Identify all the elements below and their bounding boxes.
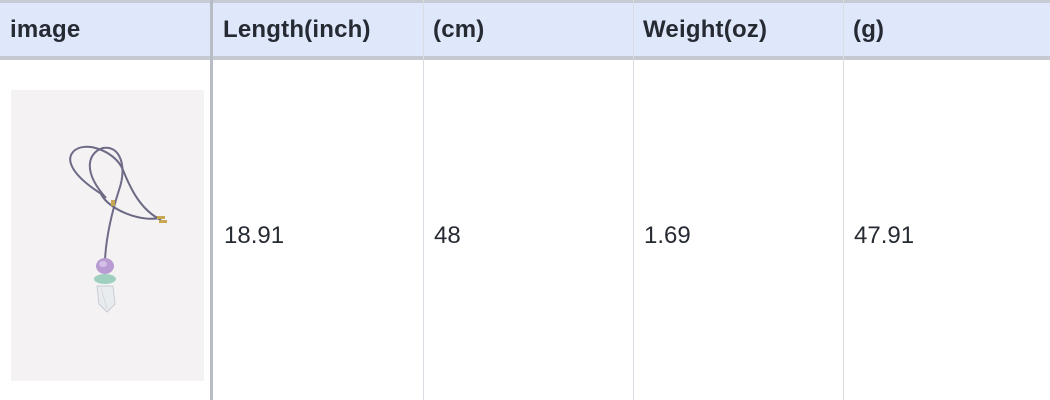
column-header-weight-g[interactable]: (g)	[843, 3, 1050, 56]
column-header-length-cm[interactable]: (cm)	[423, 3, 633, 56]
necklace-image	[11, 90, 204, 381]
weight-oz-value: 1.69	[644, 222, 691, 249]
table-header-row: image Length(inch) (cm) Weight(oz) (g)	[0, 0, 1050, 60]
weight-g-value: 47.91	[854, 222, 915, 249]
cell-length-cm[interactable]: 48	[423, 62, 633, 400]
column-header-image[interactable]: image	[0, 3, 212, 56]
length-cm-value: 48	[434, 222, 461, 249]
cell-weight-g[interactable]: 47.91	[843, 62, 1050, 400]
cell-length-inch[interactable]: 18.91	[213, 62, 423, 400]
cell-weight-oz[interactable]: 1.69	[633, 62, 843, 400]
column-header-length-inch[interactable]: Length(inch)	[213, 3, 423, 56]
length-inch-value: 18.91	[224, 222, 285, 249]
product-image[interactable]	[11, 90, 204, 381]
column-header-weight-oz[interactable]: Weight(oz)	[633, 3, 843, 56]
spec-table: image Length(inch) (cm) Weight(oz) (g) 1…	[0, 0, 1050, 400]
